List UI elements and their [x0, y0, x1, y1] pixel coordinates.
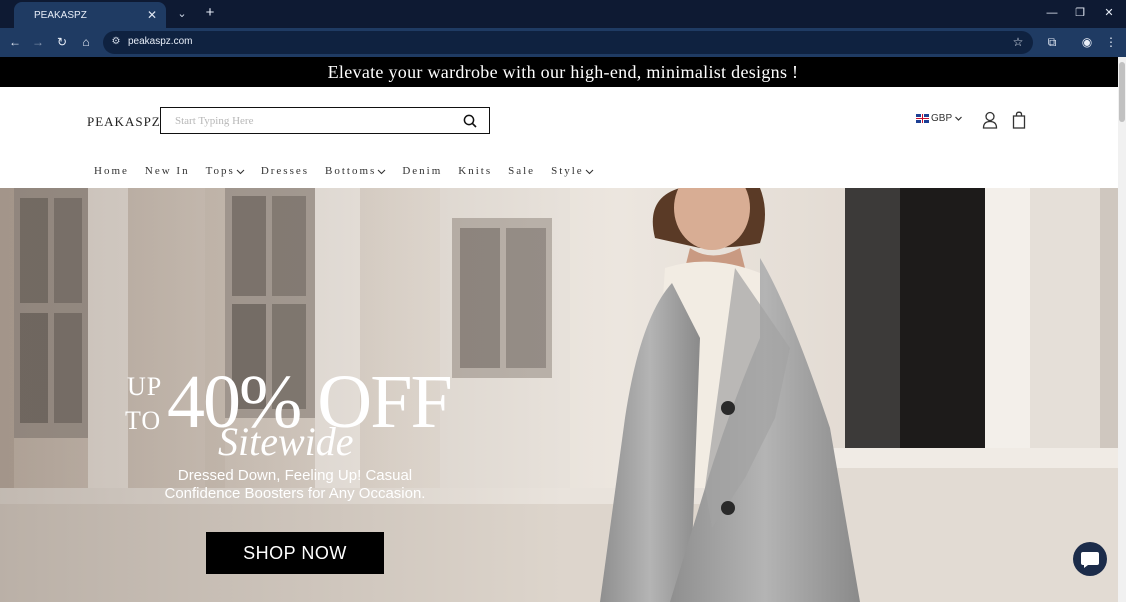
nav-new-in[interactable]: New In	[145, 165, 190, 177]
back-icon[interactable]: ←	[7, 34, 23, 50]
extensions-icon[interactable]: ⧉	[1044, 34, 1060, 50]
site-logo[interactable]: PEAKASPZ	[87, 114, 161, 130]
nav-tops[interactable]: Tops	[206, 165, 245, 177]
search-input[interactable]	[175, 113, 455, 129]
browser-toolbar: ← → ↻ ⌂ ⚙ peakaspz.com ☆ ⧉ ◉ ⋮	[0, 28, 1126, 57]
url-text[interactable]: peakaspz.com	[128, 36, 192, 47]
promo-to-text: TO	[125, 406, 162, 435]
nav-sale[interactable]: Sale	[508, 165, 535, 177]
promo-up-text: UP	[127, 372, 163, 401]
new-tab-icon[interactable]: +	[202, 5, 218, 21]
search-box[interactable]	[160, 107, 490, 134]
restore-icon[interactable]: ❐	[1071, 5, 1089, 21]
search-icon[interactable]	[463, 114, 477, 128]
minimize-icon[interactable]: —	[1043, 5, 1061, 21]
profile-icon[interactable]: ◉	[1079, 34, 1095, 50]
site-info-icon[interactable]: ⚙	[109, 35, 123, 49]
chat-bubble-icon	[1081, 552, 1099, 568]
nav-bottoms[interactable]: Bottoms	[325, 165, 386, 177]
hero-subtitle: Dressed Down, Feeling Up! Casual Confide…	[164, 467, 426, 502]
chevron-down-icon	[585, 169, 594, 174]
forward-icon[interactable]: →	[30, 34, 46, 50]
menu-kebab-icon[interactable]: ⋮	[1103, 34, 1119, 50]
chevron-down-icon	[377, 169, 386, 174]
home-icon[interactable]: ⌂	[78, 34, 94, 50]
browser-tab[interactable]: PEAKASPZ ✕	[14, 2, 166, 28]
chevron-down-icon	[236, 169, 245, 174]
close-icon[interactable]: ✕	[144, 7, 160, 23]
chat-button[interactable]	[1073, 542, 1107, 576]
account-icon[interactable]	[982, 111, 998, 129]
uk-flag-icon	[916, 114, 929, 123]
nav-knits[interactable]: Knits	[458, 165, 492, 177]
cart-bag-icon[interactable]	[1011, 111, 1027, 129]
address-bar[interactable]: ⚙ peakaspz.com ☆	[103, 31, 1033, 54]
browser-tab-bar: PEAKASPZ ✕ ⌄ + — ❐ ✕	[0, 0, 1126, 28]
page-scrollbar[interactable]	[1118, 57, 1126, 602]
currency-selector[interactable]: GBP	[916, 113, 963, 124]
hero-banner: UP TO 40% OFF Sitewide Dressed Down, Fee…	[0, 188, 1126, 602]
main-nav: Home New In Tops Dresses Bottoms Denim K…	[94, 165, 610, 177]
shop-now-button[interactable]: SHOP NOW	[206, 532, 384, 574]
chevron-down-icon	[955, 116, 963, 121]
currency-label: GBP	[931, 113, 953, 124]
nav-style[interactable]: Style	[551, 165, 594, 177]
reload-icon[interactable]: ↻	[54, 34, 70, 50]
nav-home[interactable]: Home	[94, 165, 129, 177]
announcement-bar: Elevate your wardrobe with our high-end,…	[0, 57, 1126, 87]
bookmark-star-icon[interactable]: ☆	[1011, 35, 1025, 49]
nav-denim[interactable]: Denim	[402, 165, 442, 177]
site-header: PEAKASPZ GBP Home New In Tops Dresses Bo…	[0, 87, 1126, 188]
nav-dresses[interactable]: Dresses	[261, 165, 309, 177]
scrollbar-thumb[interactable]	[1119, 62, 1125, 122]
tab-list-chevron-icon[interactable]: ⌄	[174, 6, 190, 22]
tab-title: PEAKASPZ	[34, 9, 87, 21]
promo-script-text: Sitewide	[218, 419, 354, 464]
window-close-icon[interactable]: ✕	[1100, 5, 1118, 21]
